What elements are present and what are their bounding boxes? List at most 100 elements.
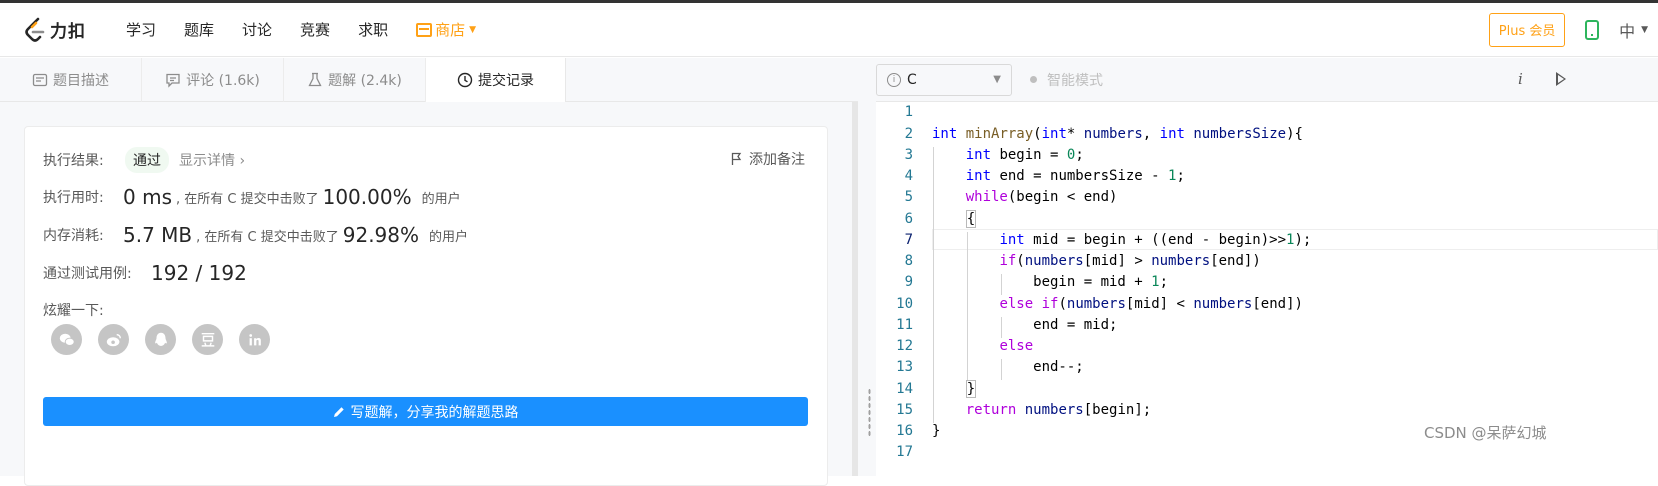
share-label: 炫耀一下: <box>43 303 104 319</box>
problem-tabs: 题目描述 评论 (1.6k) 题解 (2.4k) 提交记录 <box>0 58 858 102</box>
mobile-app-icon[interactable] <box>1585 19 1600 40</box>
memory-percent: 92.98% <box>342 223 420 247</box>
leetcode-logo[interactable]: 力扣 <box>24 15 106 45</box>
wechat-icon[interactable] <box>51 324 82 355</box>
weibo-icon[interactable] <box>98 324 129 355</box>
code-line: end--; <box>932 359 1084 375</box>
nav-store[interactable]: 商店 ▼ <box>416 19 476 40</box>
caret-down-icon: ▼ <box>1641 24 1648 35</box>
language-select[interactable]: i C ▼ <box>876 63 1012 96</box>
share-icons <box>51 324 286 355</box>
add-note-button[interactable]: 添加备注 <box>731 149 805 169</box>
chevron-down-icon: ▼ <box>993 74 1001 85</box>
store-label: 商店 <box>435 21 466 39</box>
line-number: 1 <box>904 104 913 120</box>
runtime-beats-text: , 在所有 C 提交中击败了 <box>175 191 319 207</box>
code-line: { <box>965 210 977 228</box>
document-icon <box>32 72 48 88</box>
line-number: 14 <box>896 381 913 397</box>
code-line: int mid = begin + ((end - begin)>>1); <box>999 232 1312 248</box>
write-solution-button[interactable]: 写题解，分享我的解题思路 <box>43 397 808 426</box>
smart-mode-label: 智能模式 <box>1047 72 1103 89</box>
code-line: int end = numbersSize - 1; <box>965 168 1185 184</box>
code-line: while(begin < end) <box>965 189 1118 205</box>
language-switch[interactable]: 中 <box>1619 18 1635 42</box>
code-line: end = mid; <box>932 317 1118 333</box>
line-number: 6 <box>904 211 913 227</box>
runtime-row: 执行用时: 0 ms , 在所有 C 提交中击败了 100.00% 的用户 <box>43 185 465 209</box>
tab-label: 题目描述 <box>53 73 109 89</box>
nav-problems[interactable]: 题库 <box>184 19 214 40</box>
nav-discuss[interactable]: 讨论 <box>242 19 272 40</box>
line-number: 13 <box>896 359 913 375</box>
line-number: 10 <box>896 296 913 312</box>
line-number: 12 <box>896 338 913 354</box>
line-number: 4 <box>904 168 913 184</box>
qq-icon[interactable] <box>145 324 176 355</box>
linkedin-icon[interactable] <box>239 324 270 355</box>
smart-mode-toggle[interactable]: 智能模式 <box>1030 70 1103 90</box>
memory-row: 内存消耗: 5.7 MB , 在所有 C 提交中击败了 92.98% 的用户 <box>43 223 472 247</box>
line-number: 15 <box>896 402 913 418</box>
tab-label: 题解 (2.4k) <box>328 73 402 89</box>
runtime-label: 执行用时: <box>43 190 104 206</box>
memory-users-suffix: 的用户 <box>429 229 469 245</box>
submission-panel: 执行结果: 通过 显示详情 › 添加备注 执行用时: 0 ms , 在所有 C … <box>0 102 852 486</box>
language-value: C <box>907 71 917 88</box>
code-line: int begin = 0; <box>965 147 1084 163</box>
tests-row: 通过测试用例: 192 / 192 <box>43 261 247 285</box>
tab-description[interactable]: 题目描述 <box>0 58 142 102</box>
code-line: return numbers[begin]; <box>965 402 1152 418</box>
splitter-track <box>858 58 876 476</box>
tab-submissions[interactable]: 提交记录 <box>426 58 566 102</box>
top-nav: 力扣 学习 题库 讨论 竞赛 求职 商店 ▼ Plus 会员 中 ▼ <box>0 3 1658 57</box>
tab-label: 评论 (1.6k) <box>186 73 260 89</box>
add-note-label: 添加备注 <box>749 152 805 168</box>
csdn-watermark: CSDN @呆萨幻城 <box>1424 424 1547 442</box>
share-row: 炫耀一下: <box>43 300 104 320</box>
code-line: else <box>999 338 1034 354</box>
drag-handle-icon[interactable] <box>868 388 871 438</box>
play-icon[interactable] <box>1556 72 1566 86</box>
code-line: int minArray(int* numbers, int numbersSi… <box>932 126 1303 142</box>
memory-value: 5.7 MB <box>123 223 193 247</box>
clock-icon <box>457 72 473 88</box>
memory-label: 内存消耗: <box>43 228 104 244</box>
tests-label: 通过测试用例: <box>43 266 132 282</box>
nav-jobs[interactable]: 求职 <box>358 19 388 40</box>
nav-learn[interactable]: 学习 <box>126 19 156 40</box>
line-number: 8 <box>904 253 913 269</box>
nav-right: Plus 会员 中 ▼ <box>1489 12 1658 47</box>
show-details-link[interactable]: 显示详情 › <box>179 150 245 170</box>
flag-icon <box>731 152 742 165</box>
logo-text: 力扣 <box>50 22 86 42</box>
status-badge: 通过 <box>125 147 169 173</box>
line-number-gutter: 1 2 3 4 5 6 7 8 9 10 11 12 13 14 15 16 1… <box>876 102 924 476</box>
line-number: 5 <box>904 189 913 205</box>
result-label: 执行结果: <box>43 153 104 169</box>
store-icon <box>416 22 433 37</box>
nav-contest[interactable]: 竞赛 <box>300 19 330 40</box>
comment-icon <box>165 72 181 88</box>
runtime-percent: 100.00% <box>322 185 412 209</box>
memory-beats-text: , 在所有 C 提交中击败了 <box>196 229 339 245</box>
editor-info-icon[interactable]: i <box>1518 70 1523 88</box>
code-line: else if(numbers[mid] < numbers[end]) <box>999 296 1303 312</box>
tab-label: 提交记录 <box>478 73 534 89</box>
editor-toolbar: i C ▼ 智能模式 i <box>876 58 1658 102</box>
line-number: 9 <box>904 274 913 290</box>
tab-comments[interactable]: 评论 (1.6k) <box>142 58 284 102</box>
code-editor[interactable]: 1 2 3 4 5 6 7 8 9 10 11 12 13 14 15 16 1… <box>876 102 1658 476</box>
douban-icon[interactable] <box>192 324 223 355</box>
line-number: 3 <box>904 147 913 163</box>
show-details-label: 显示详情 <box>179 153 235 169</box>
caret-down-icon: ▼ <box>469 24 477 35</box>
tab-solutions[interactable]: 题解 (2.4k) <box>284 58 426 102</box>
plus-member-button[interactable]: Plus 会员 <box>1489 12 1566 47</box>
info-icon: i <box>887 72 901 87</box>
leetcode-logo-icon <box>25 17 45 42</box>
runtime-users-suffix: 的用户 <box>421 191 461 207</box>
code-line: if(numbers[mid] > numbers[end]) <box>999 253 1261 269</box>
toggle-dot <box>1030 76 1037 83</box>
line-number: 16 <box>896 423 913 439</box>
